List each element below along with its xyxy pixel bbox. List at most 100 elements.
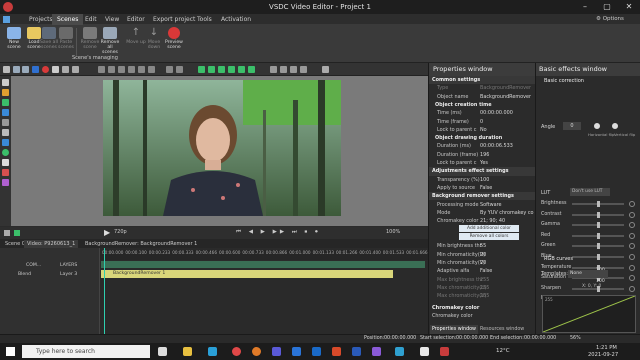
- options-button[interactable]: ⚙ Options: [596, 14, 624, 25]
- slider-knob[interactable]: [596, 222, 600, 229]
- slider-knob[interactable]: [596, 211, 600, 218]
- align-right-icon[interactable]: [118, 66, 125, 73]
- time-ruler[interactable]: 00:00.000 00:00.100 00:00.233 00:00.333 00:0…: [100, 250, 428, 260]
- vsdc-taskbar-icon[interactable]: [395, 347, 404, 356]
- align-center-icon[interactable]: [108, 66, 115, 73]
- property-row[interactable]: Transparency (%) 100: [429, 176, 535, 184]
- property-row[interactable]: Lock to parent c No: [429, 126, 535, 134]
- image-icon[interactable]: [2, 89, 9, 96]
- property-row[interactable]: Min brightness thr 55: [429, 242, 535, 250]
- tab-view[interactable]: View: [100, 14, 124, 25]
- ellipse-icon[interactable]: [2, 149, 9, 156]
- reset-icon[interactable]: [629, 232, 635, 239]
- edge-icon[interactable]: [208, 347, 217, 356]
- firefox-icon[interactable]: [252, 347, 261, 356]
- tab-properties-window[interactable]: Properties window: [430, 325, 478, 334]
- slider-knob[interactable]: [596, 232, 600, 239]
- chrome-icon[interactable]: [232, 347, 241, 356]
- menu-icon[interactable]: [3, 16, 10, 23]
- group-icon[interactable]: [176, 66, 183, 73]
- templates-select[interactable]: None: [568, 270, 608, 278]
- preview-icon[interactable]: [14, 230, 20, 236]
- reset-icon[interactable]: [629, 211, 635, 218]
- copy-icon[interactable]: [22, 66, 29, 73]
- to-front-icon[interactable]: [218, 66, 225, 73]
- new-scene-button[interactable]: New scene: [3, 27, 25, 59]
- brightness-slider[interactable]: [572, 201, 624, 207]
- backward-icon[interactable]: [248, 66, 255, 73]
- chart-icon[interactable]: [2, 169, 9, 176]
- property-row[interactable]: Apply to source False: [429, 184, 535, 192]
- line-icon[interactable]: [2, 119, 9, 126]
- layer-icon[interactable]: [166, 66, 173, 73]
- clock-time[interactable]: 1:21 PM: [596, 345, 617, 351]
- fit-icon[interactable]: [300, 66, 307, 73]
- resolution-select[interactable]: 720p: [114, 229, 127, 235]
- property-section[interactable]: Common settings: [429, 76, 535, 85]
- reset-icon[interactable]: [629, 243, 635, 250]
- reset-icon[interactable]: [629, 222, 635, 229]
- cut-icon[interactable]: [13, 66, 20, 73]
- video-preview[interactable]: [103, 80, 341, 216]
- remove-colors-button[interactable]: Remove all colors: [459, 233, 519, 241]
- reset-icon[interactable]: [629, 254, 635, 260]
- tab-resources-window[interactable]: Resources window: [478, 325, 526, 334]
- record-toolbar-icon[interactable]: [42, 66, 49, 73]
- preview-scene-button[interactable]: Preview scene: [163, 27, 185, 59]
- play-button[interactable]: ▶: [104, 228, 110, 237]
- slider-knob[interactable]: [596, 254, 600, 260]
- audio-icon[interactable]: [2, 109, 9, 116]
- property-row[interactable]: Min chromaticity(U) 20: [429, 251, 535, 259]
- windows-start-icon[interactable]: [6, 347, 15, 356]
- property-row[interactable]: Processing mode Software: [429, 201, 535, 209]
- property-row[interactable]: Time (ms) 00:00:00.000: [429, 109, 535, 117]
- reset-icon[interactable]: [629, 285, 635, 292]
- align-left-icon[interactable]: [98, 66, 105, 73]
- basic-correction-header[interactable]: Basic correction: [544, 78, 584, 84]
- slider-knob[interactable]: [596, 243, 600, 250]
- select-all-icon[interactable]: [3, 66, 10, 73]
- stop-button[interactable]: [4, 230, 10, 236]
- file-explorer-icon[interactable]: [183, 347, 192, 356]
- blue-slider[interactable]: [572, 254, 624, 260]
- photos-icon[interactable]: [372, 347, 381, 356]
- split-icon[interactable]: [62, 66, 69, 73]
- dropbox-icon[interactable]: [292, 347, 301, 356]
- video-icon[interactable]: [2, 99, 9, 106]
- playhead[interactable]: [104, 248, 105, 334]
- property-row[interactable]: Adaptive alfa False: [429, 267, 535, 275]
- tab-scenes[interactable]: Scenes: [52, 14, 84, 25]
- word-icon[interactable]: [352, 347, 361, 356]
- tab-editor[interactable]: Editor: [122, 14, 150, 25]
- align-bottom-icon[interactable]: [148, 66, 155, 73]
- shape-icon[interactable]: [2, 139, 9, 146]
- property-row[interactable]: Max brightness thr 255: [429, 276, 535, 284]
- close-button[interactable]: ✕: [618, 0, 640, 14]
- property-row[interactable]: Max chromaticity(V) 255: [429, 292, 535, 300]
- property-section[interactable]: Object creation time: [429, 101, 535, 109]
- reset-icon[interactable]: [629, 201, 635, 207]
- property-row[interactable]: Lock to parent c Yes: [429, 159, 535, 167]
- property-row[interactable]: Duration (ms) 00:00:06.533: [429, 142, 535, 150]
- effect-clip[interactable]: BackgroundRemover 1: [101, 270, 393, 278]
- outlook-icon[interactable]: [312, 347, 321, 356]
- teams-icon[interactable]: [272, 347, 281, 356]
- crop-icon[interactable]: [52, 66, 59, 73]
- office-icon[interactable]: [332, 347, 341, 356]
- property-row[interactable]: Type BackgroundRemover: [429, 84, 535, 92]
- horizontal-flip-toggle[interactable]: [594, 123, 600, 129]
- tab-tools[interactable]: Tools: [192, 14, 217, 25]
- align-top-icon[interactable]: [128, 66, 135, 73]
- snap-icon[interactable]: [270, 66, 277, 73]
- reset-icon[interactable]: [629, 264, 635, 271]
- property-row[interactable]: Chromakey color 21; 90; 40: [429, 217, 535, 225]
- size-icon[interactable]: [280, 66, 287, 73]
- move-backward-icon[interactable]: [208, 66, 215, 73]
- stop-icon[interactable]: [32, 66, 39, 73]
- rgb-curves-header[interactable]: RGB curves: [544, 256, 573, 262]
- pencil-icon[interactable]: [2, 129, 9, 136]
- lut-select[interactable]: Don't use LUT: [570, 188, 610, 196]
- video-clip-track[interactable]: [101, 261, 425, 268]
- property-row[interactable]: Duration (frame) 196: [429, 151, 535, 159]
- move-down-button[interactable]: ↓ Move down: [143, 27, 165, 59]
